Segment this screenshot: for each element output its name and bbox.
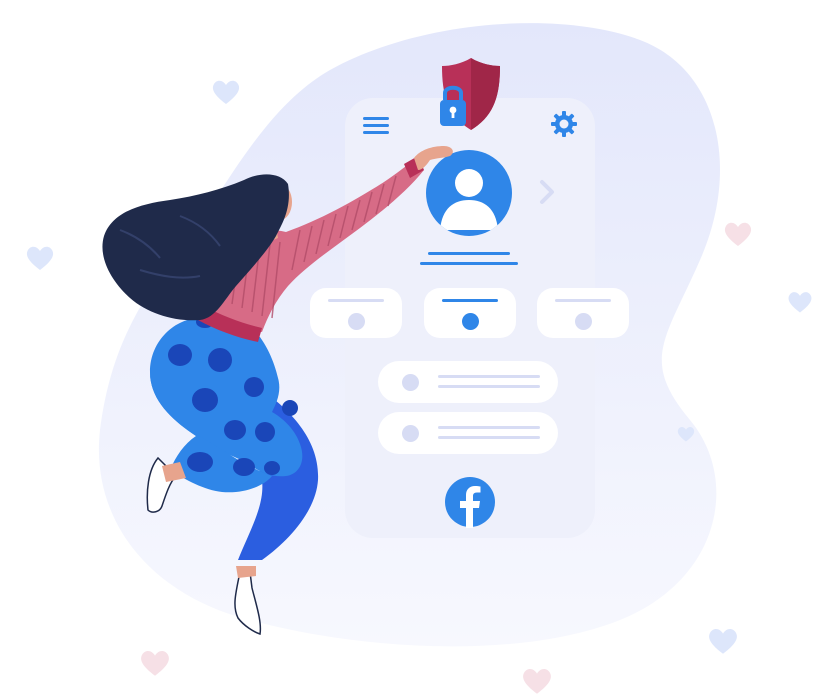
woman-figure bbox=[102, 146, 453, 635]
woman-pants bbox=[150, 314, 303, 477]
woman-shoe-bottom bbox=[234, 571, 262, 635]
woman-hand bbox=[414, 146, 453, 170]
